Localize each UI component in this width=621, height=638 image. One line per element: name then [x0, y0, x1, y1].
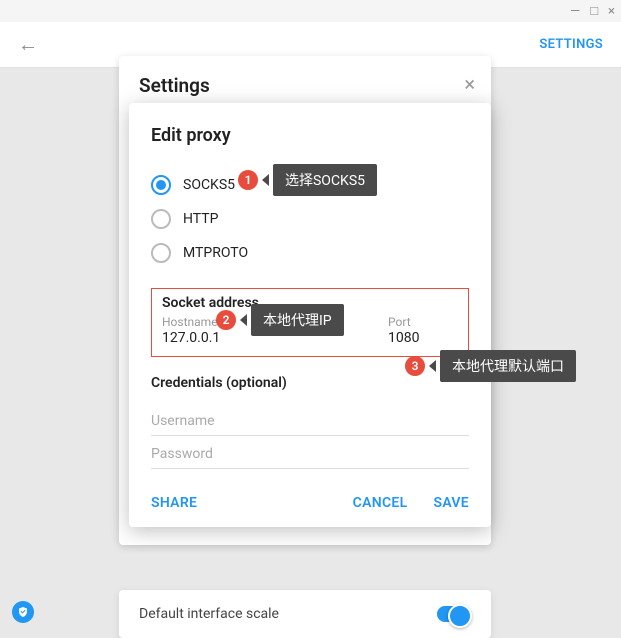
- callout-1: 1 选择SOCKS5: [238, 164, 377, 196]
- callout-2: 2 本地代理IP: [216, 304, 344, 336]
- minimize-icon[interactable]: —: [570, 4, 580, 19]
- port-label: Port: [388, 315, 458, 329]
- radio-label: HTTP: [183, 211, 218, 227]
- port-value: 1080: [388, 330, 458, 346]
- radio-mtproto[interactable]: MTPROTO: [151, 236, 469, 270]
- radio-label: MTPROTO: [183, 245, 248, 261]
- callout-badge: 3: [405, 356, 425, 376]
- username-input[interactable]: [151, 403, 469, 436]
- radio-icon: [151, 209, 171, 229]
- save-button[interactable]: SAVE: [433, 495, 469, 511]
- callout-text: 本地代理IP: [251, 304, 344, 336]
- radio-http[interactable]: HTTP: [151, 202, 469, 236]
- settings-link[interactable]: SETTINGS: [539, 37, 603, 52]
- share-button[interactable]: SHARE: [151, 495, 197, 511]
- interface-scale-label: Default interface scale: [139, 606, 279, 622]
- window-titlebar: — □ ×: [0, 0, 621, 22]
- callout-badge: 2: [216, 310, 236, 330]
- callout-text: 本地代理默认端口: [440, 350, 576, 382]
- shield-badge-icon: [12, 601, 34, 623]
- interface-scale-row: Default interface scale: [119, 590, 491, 638]
- maximize-icon[interactable]: □: [590, 3, 598, 19]
- port-field[interactable]: Port 1080: [388, 315, 458, 346]
- credentials-section: Credentials (optional): [151, 375, 469, 469]
- radio-icon: [151, 243, 171, 263]
- callout-text: 选择SOCKS5: [273, 164, 377, 196]
- modal-title: Edit proxy: [151, 125, 469, 146]
- password-input[interactable]: [151, 436, 469, 469]
- radio-label: SOCKS5: [183, 177, 235, 193]
- callout-3: 3 本地代理默认端口: [405, 350, 576, 382]
- interface-scale-toggle[interactable]: [437, 606, 471, 622]
- callout-arrow-icon: [429, 360, 436, 372]
- cancel-button[interactable]: CANCEL: [353, 495, 408, 511]
- callout-arrow-icon: [240, 314, 247, 326]
- close-icon[interactable]: ×: [608, 4, 615, 19]
- modal-actions: SHARE CANCEL SAVE: [151, 495, 469, 511]
- close-panel-icon[interactable]: ×: [464, 72, 475, 96]
- settings-panel-title: Settings: [139, 74, 471, 97]
- radio-icon: [151, 175, 171, 195]
- callout-arrow-icon: [262, 174, 269, 186]
- callout-badge: 1: [238, 170, 258, 190]
- back-arrow-icon[interactable]: ←: [18, 32, 38, 57]
